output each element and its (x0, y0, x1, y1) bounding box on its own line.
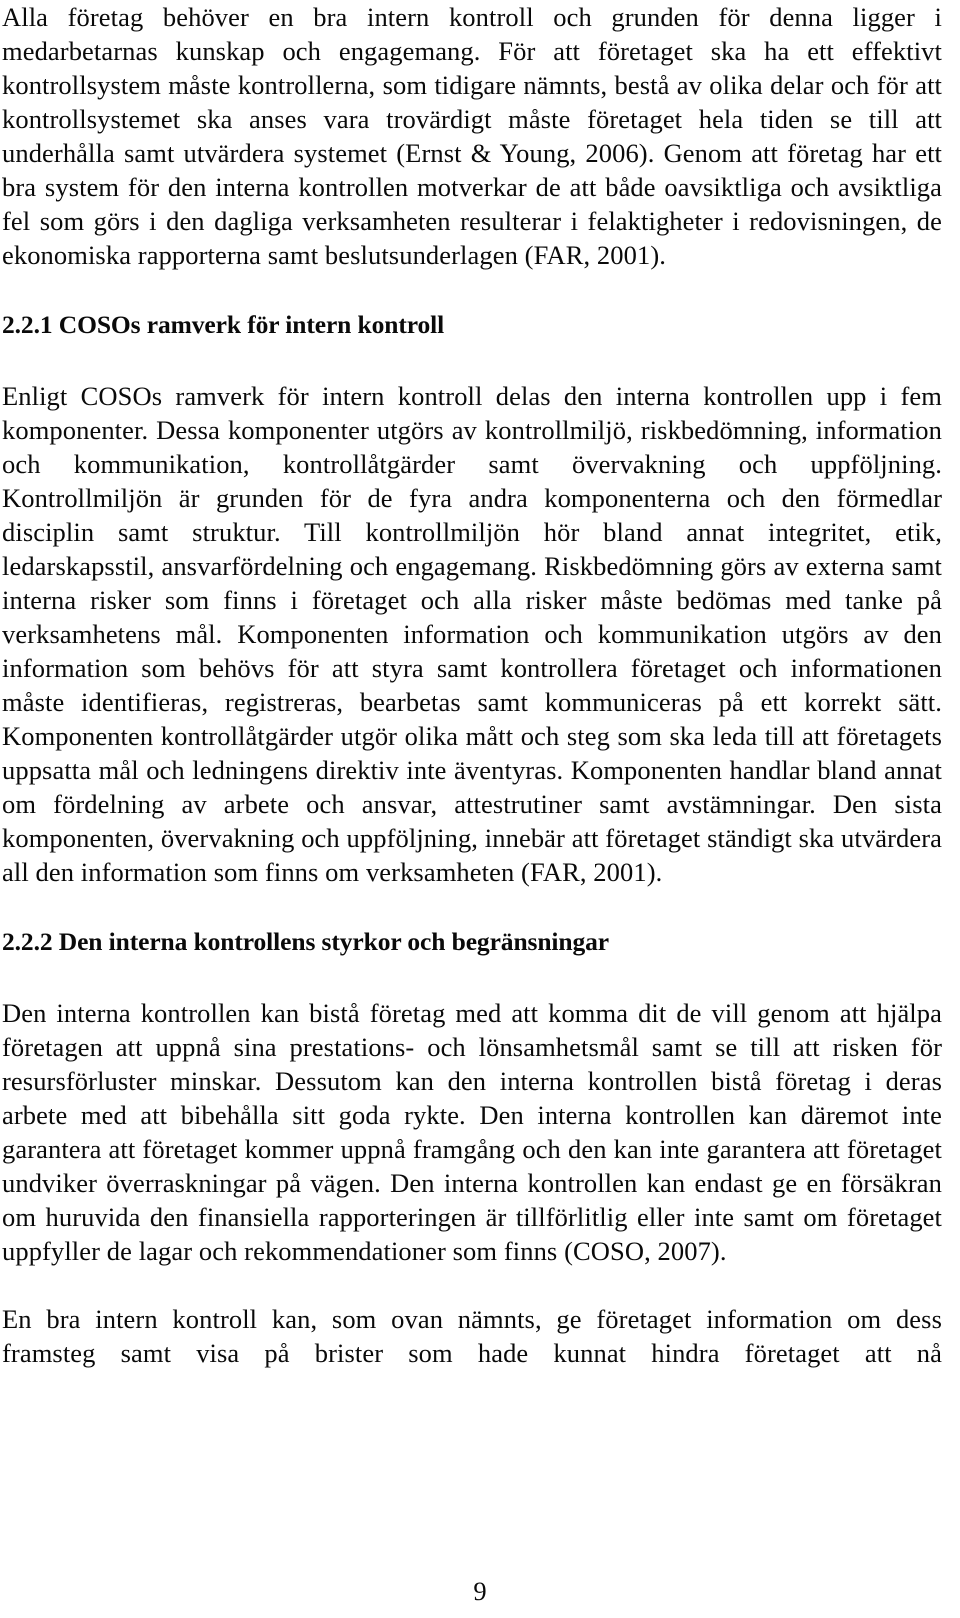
paragraph-good-internal-control-info: En bra intern kontroll kan, som ovan näm… (2, 1304, 942, 1368)
spacer-before-heading-2-2-2 (2, 889, 942, 925)
spacer-after-heading-2-2-1 (2, 342, 942, 379)
spacer-before-heading-2-2-1 (2, 272, 942, 308)
heading-2-2-1: 2.2.1 COSOs ramverk för intern kontroll (2, 310, 445, 339)
spacer-after-heading-2-2-2 (2, 959, 942, 996)
text-column: Alla företag behöver en bra intern kontr… (2, 0, 942, 1404)
paragraph-intro-internal-control: Alla företag behöver en bra intern kontr… (2, 2, 942, 270)
document-page: Alla företag behöver en bra intern kontr… (0, 0, 960, 1618)
paragraph-coso-five-components: Enligt COSOs ramverk för intern kontroll… (2, 381, 942, 887)
spacer-before-last-paragraph (2, 1268, 942, 1302)
page-number: 9 (473, 1576, 487, 1606)
heading-2-2-2: 2.2.2 Den interna kontrollens styrkor oc… (2, 927, 610, 956)
paragraph-strengths-limitations: Den interna kontrollen kan bistå företag… (2, 998, 942, 1266)
